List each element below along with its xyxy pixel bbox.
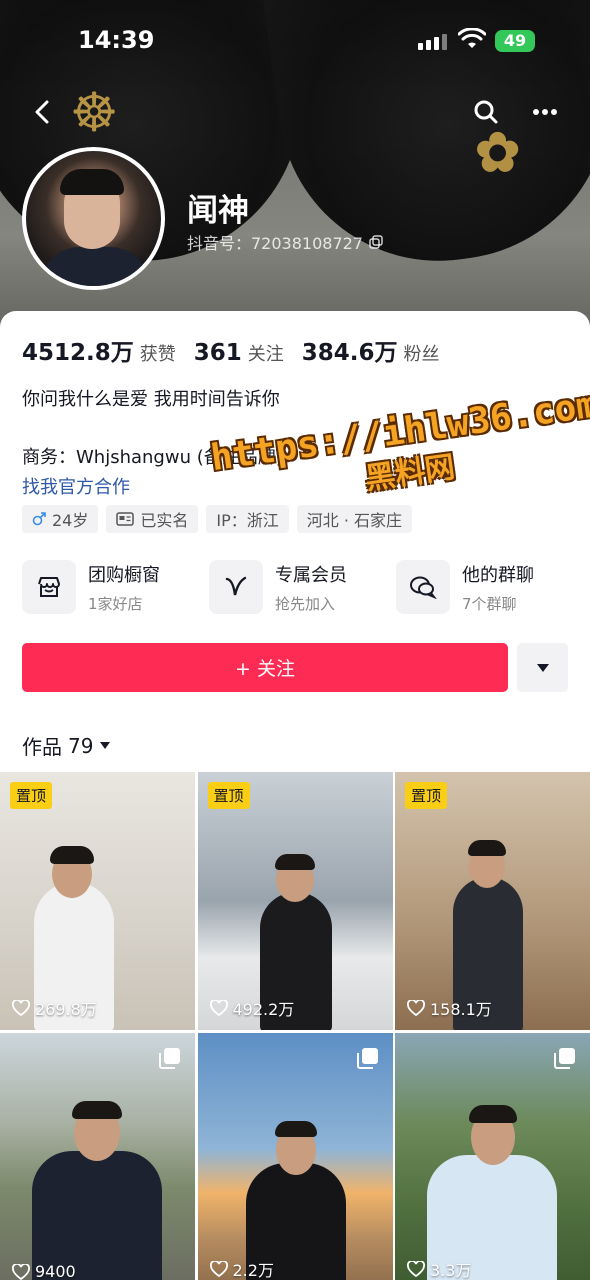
profile-name: 闻神 bbox=[187, 193, 249, 229]
multi-image-icon bbox=[356, 1048, 378, 1069]
avatar[interactable] bbox=[22, 147, 165, 290]
battery-indicator: 49 bbox=[495, 30, 535, 52]
works-count: 79 bbox=[68, 733, 94, 758]
male-icon bbox=[32, 512, 46, 526]
video-likes: 9400 bbox=[12, 1262, 76, 1280]
multi-image-icon bbox=[554, 1048, 575, 1069]
video-grid: 置顶 269.8万 置顶 492.2万 置顶 158.1万 9400 2.2万 … bbox=[0, 772, 590, 1280]
cooperation-link[interactable]: 找我官方合作 bbox=[22, 473, 130, 499]
video-tile[interactable]: 置顶 492.2万 bbox=[197, 772, 393, 1030]
id-card-icon bbox=[116, 512, 135, 526]
video-likes: 2.2万 bbox=[209, 1257, 274, 1280]
heart-icon bbox=[209, 1000, 228, 1016]
video-tile[interactable]: 置顶 158.1万 bbox=[395, 772, 590, 1030]
chat-bubbles-icon bbox=[410, 576, 437, 599]
heart-icon bbox=[407, 1261, 425, 1277]
verified-tag: 已实名 bbox=[106, 505, 199, 533]
feature-membership[interactable]: 专属会员 抢先加入 bbox=[209, 560, 396, 614]
profile-tags: 24岁 已实名 IP：浙江 河北 · 石家庄 bbox=[22, 505, 413, 533]
works-label: 作品 bbox=[22, 735, 62, 759]
douyin-id[interactable]: 抖音号：72038108727 bbox=[187, 230, 383, 254]
feature-group-chat[interactable]: 他的群聊 7个群聊 bbox=[396, 560, 583, 614]
pinned-badge: 置顶 bbox=[207, 782, 250, 809]
chevron-left-icon bbox=[35, 100, 49, 124]
status-bar: 14:39 49 bbox=[0, 22, 590, 62]
vip-icon bbox=[225, 576, 247, 596]
more-dots-icon bbox=[533, 109, 557, 115]
multi-image-icon bbox=[159, 1048, 180, 1069]
back-button[interactable] bbox=[22, 92, 62, 132]
recommend-dropdown-button[interactable] bbox=[517, 643, 568, 692]
video-tile[interactable]: 置顶 269.8万 bbox=[0, 772, 195, 1030]
video-likes: 3.3万 bbox=[407, 1257, 471, 1280]
signal-icon bbox=[418, 34, 447, 50]
copy-icon[interactable] bbox=[369, 235, 383, 249]
douyin-id-text: 抖音号：72038108727 bbox=[187, 234, 363, 253]
age-tag: 24岁 bbox=[22, 505, 99, 533]
video-likes: 492.2万 bbox=[209, 996, 294, 1020]
caret-down-icon bbox=[100, 742, 111, 749]
video-tile[interactable]: 3.3万 bbox=[395, 1033, 590, 1280]
profile-bio: 你问我什么是爱 我用时间告诉你 bbox=[22, 389, 280, 410]
profile-stats: 4512.8万 获赞 361 关注 384.6万 粉丝 bbox=[22, 333, 440, 367]
pinned-badge: 置顶 bbox=[10, 782, 53, 809]
follow-button[interactable]: + 关注 bbox=[22, 643, 508, 692]
heart-icon bbox=[12, 1263, 30, 1280]
more-button[interactable] bbox=[525, 92, 565, 132]
stat-following[interactable]: 361 关注 bbox=[194, 340, 284, 366]
feature-row: 团购橱窗 1家好店 专属会员 抢先加入 他的群聊 7个群聊 bbox=[22, 560, 583, 614]
video-tile[interactable]: 9400 bbox=[0, 1033, 195, 1280]
shop-window-icon bbox=[38, 577, 60, 597]
stat-likes[interactable]: 4512.8万 获赞 bbox=[22, 333, 176, 367]
pinned-badge: 置顶 bbox=[405, 782, 448, 809]
location-tag: 河北 · 石家庄 bbox=[296, 505, 413, 533]
follow-button-label: + 关注 bbox=[235, 658, 295, 680]
heart-icon bbox=[407, 1000, 425, 1016]
search-icon bbox=[474, 100, 498, 124]
search-button[interactable] bbox=[466, 92, 506, 132]
heart-icon bbox=[209, 1261, 228, 1277]
status-time: 14:39 bbox=[78, 26, 155, 54]
heart-icon bbox=[12, 1000, 30, 1016]
video-likes: 158.1万 bbox=[407, 996, 492, 1020]
feature-group-buy[interactable]: 团购橱窗 1家好店 bbox=[22, 560, 209, 614]
caret-down-icon bbox=[536, 663, 549, 672]
video-likes: 269.8万 bbox=[12, 996, 97, 1020]
stat-followers[interactable]: 384.6万 粉丝 bbox=[302, 333, 440, 367]
works-tab[interactable]: 作品 79 bbox=[22, 731, 111, 760]
wifi-icon bbox=[458, 28, 486, 48]
video-tile[interactable]: 2.2万 bbox=[197, 1033, 393, 1280]
